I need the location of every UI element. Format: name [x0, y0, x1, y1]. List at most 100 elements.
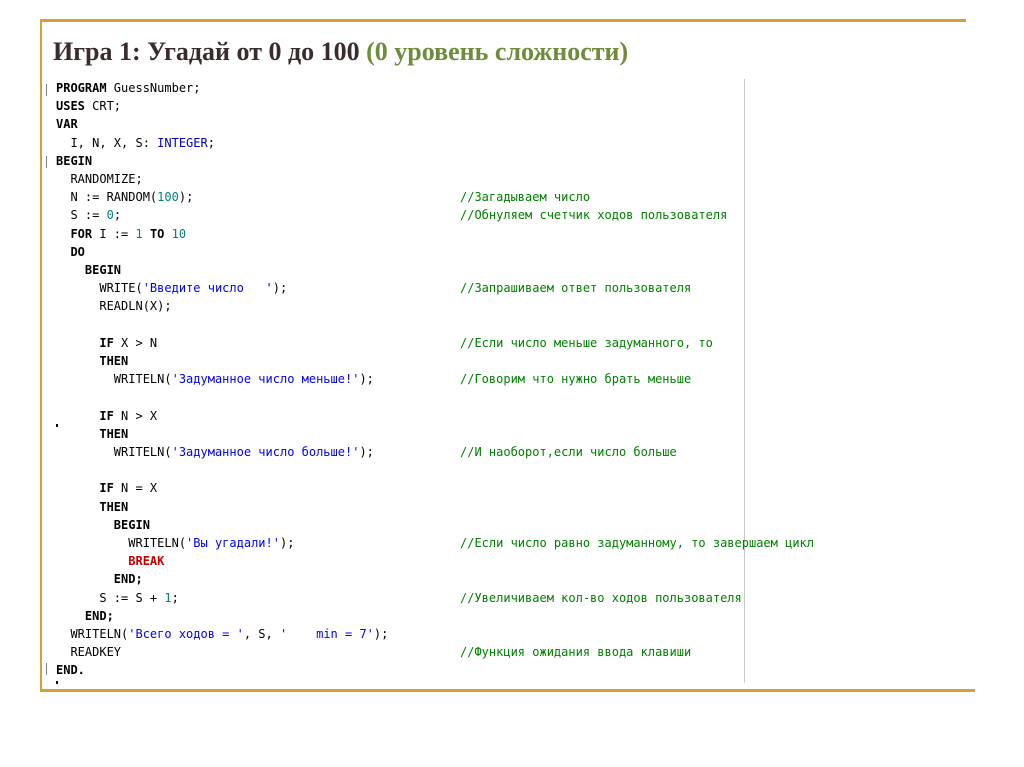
code-text: WRITELN('Вы угадали!'); [56, 534, 294, 552]
code-token: ' min = 7' [279, 627, 374, 641]
code-token: 100 [157, 190, 179, 205]
code-text: THEN [56, 352, 128, 370]
code-token: 0 [106, 208, 114, 223]
code-token: ); [373, 627, 389, 641]
code-token: 'Задуманное число больше!' [171, 445, 360, 459]
code-text: WRITELN('Задуманное число больше!'); [56, 443, 374, 461]
code-text: WRITELN('Задуманное число меньше!'); [56, 370, 374, 388]
code-token: WRITE( [56, 281, 143, 296]
fold-marker-end [46, 663, 47, 675]
code-token: 'Всего ходов = ' [128, 627, 244, 641]
code-token: INTEGER [157, 135, 208, 150]
code-comment: //Если число равно задуманному, то завер… [460, 536, 815, 550]
code-token: ; [207, 135, 215, 150]
code-text: BEGIN [56, 152, 92, 170]
code-token: BREAK [56, 554, 165, 569]
code-token: DO [56, 244, 85, 259]
code-token: ); [359, 445, 374, 459]
fold-marker-program [46, 84, 47, 96]
title-main: Игра 1: Угадай от 0 до 100 [53, 37, 360, 66]
code-token: IF [56, 408, 114, 423]
code-token: CRT; [84, 99, 122, 114]
code-text: BREAK [56, 552, 164, 570]
code-token: END; [56, 608, 114, 623]
code-token: IF [56, 481, 114, 496]
code-screenshot: PROGRAM GuessNumber; USES CRT; VAR I, N, X… [46, 79, 814, 684]
end-mark [56, 681, 58, 684]
code-text: BEGIN [56, 516, 150, 534]
code-token: WRITELN( [56, 627, 129, 641]
code-token: RANDOMIZE; [56, 172, 143, 186]
code-text: READLN(X); [56, 297, 172, 315]
slide-title: Игра 1: Угадай от 0 до 100 (0 уровень сл… [53, 36, 628, 68]
code-token: READLN(X); [56, 299, 172, 314]
code-comment: //И наоборот,если число больше [460, 445, 677, 459]
code-token: BEGIN [56, 153, 93, 168]
code-text: RANDOMIZE; [56, 170, 143, 188]
code-token: ); [272, 281, 288, 296]
code-token: USES [56, 99, 85, 114]
code-text: IF N > X [56, 407, 157, 425]
code-token: 1 [135, 226, 143, 241]
code-token: ); [279, 536, 295, 550]
code-token: N = X [113, 481, 158, 496]
code-text: END; [56, 570, 143, 588]
code-token: 'Вы угадали!' [186, 536, 280, 550]
code-token: 'Задуманное число меньше!' [171, 372, 360, 387]
code-token: N > X [113, 408, 158, 423]
fold-marker-begin [46, 156, 47, 168]
code-text: READKEY [56, 643, 121, 661]
code-token: S := [56, 208, 107, 223]
code-token: , S, [243, 627, 280, 641]
code-text: IF X > N [56, 334, 157, 352]
code-comment: //Функция ожидания ввода клавиши [460, 645, 692, 660]
code-token: 1 [164, 590, 172, 605]
code-comment: //Запрашиваем ответ пользователя [460, 281, 692, 296]
code-token: I := [92, 226, 136, 241]
code-token: WRITELN( [56, 372, 172, 387]
code-comment: //Увеличиваем кол-во ходов пользователя [460, 590, 742, 605]
code-text: USES CRT; [56, 97, 121, 115]
code-comment: //Если число меньше задуманного, то [460, 335, 713, 350]
code-token: I, N, X, S: [56, 135, 158, 150]
slide: Игра 1: Угадай от 0 до 100 (0 уровень сл… [0, 0, 1024, 767]
code-text: VAR [56, 115, 78, 133]
code-text: DO [56, 243, 85, 261]
code-token: N := RANDOM( [56, 190, 158, 205]
code-text: BEGIN [56, 261, 121, 279]
code-token: BEGIN [56, 517, 150, 532]
top-rule [40, 19, 966, 22]
code-comment: //Загадываем число [460, 190, 591, 205]
code-token: THEN [56, 499, 129, 514]
code-text: FOR I := 1 TO 10 [56, 225, 186, 243]
code-text: S := 0; [56, 206, 121, 224]
code-token: S := S + [56, 590, 165, 605]
code-token: X > N [113, 335, 158, 350]
code-token: FOR [56, 226, 93, 241]
code-text: IF N = X [56, 479, 157, 497]
code-text: WRITE('Введите число '); [56, 279, 287, 297]
code-token: GuessNumber; [106, 81, 201, 95]
title-subtitle: (0 уровень сложности) [366, 37, 629, 66]
code-comment: //Обнуляем счетчик ходов пользователя [460, 208, 728, 223]
code-token: END. [56, 663, 85, 678]
code-token: PROGRAM [56, 81, 107, 95]
code-token: ; [113, 208, 122, 223]
code-token: ; [171, 590, 179, 605]
left-rule [40, 19, 42, 689]
code-token: BEGIN [56, 263, 122, 277]
code-text: END; [56, 607, 114, 625]
code-token: TO [142, 226, 172, 241]
code-token: WRITELN( [56, 445, 172, 459]
code-text: THEN [56, 425, 128, 443]
code-text: WRITELN('Всего ходов = ', S, ' min = 7')… [56, 625, 388, 643]
code-text: N := RANDOM(100); [56, 188, 193, 206]
code-token: 10 [171, 226, 187, 241]
cursor-mark [56, 424, 58, 427]
bottom-rule [40, 689, 975, 692]
code-token: ); [359, 372, 374, 387]
code-text: END. [56, 661, 85, 679]
code-token: READKEY [56, 645, 122, 660]
code-token: THEN [56, 354, 129, 368]
code-text: PROGRAM GuessNumber; [56, 79, 201, 97]
